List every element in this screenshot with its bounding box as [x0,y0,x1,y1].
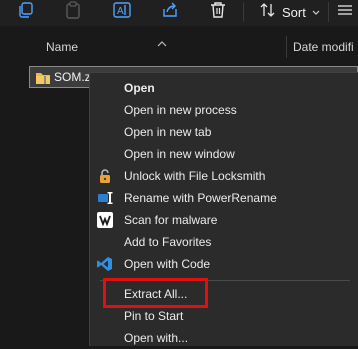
menu-item-label: Add to Favorites [124,235,212,249]
file-name: SOM.z [54,70,91,84]
powerrename-icon [97,190,113,206]
view-icon [336,2,354,23]
vscode-icon [97,256,113,272]
sort-icon [260,2,276,23]
menu-item-open[interactable]: Open [90,77,358,99]
menu-item-open-new-process[interactable]: Open in new process [90,99,358,121]
menu-item-scan-malware[interactable]: Scan for malware [90,209,358,231]
copy-icon [18,1,34,23]
sort-button[interactable]: Sort [260,2,320,22]
menu-item-unlock-file-locksmith[interactable]: Unlock with File Locksmith [90,165,358,187]
date-column-header[interactable]: Date modifi [293,40,354,54]
chevron-down-icon [312,3,320,21]
lock-icon [97,168,113,184]
paste-icon [64,0,82,24]
delete-icon [209,1,227,24]
sort-label: Sort [282,4,306,20]
delete-button[interactable] [209,1,227,24]
svg-text:A: A [117,6,124,17]
menu-item-label: Unlock with File Locksmith [124,169,266,183]
zip-folder-icon [35,71,51,90]
menu-item-label: Open with Code [124,257,211,271]
column-header: Name Date modifi [0,34,358,60]
name-column-header[interactable]: Name [46,40,78,54]
menu-item-label: Pin to Start [124,309,184,323]
copy-button[interactable] [18,1,34,23]
view-button[interactable] [336,2,354,22]
menu-item-add-favorites[interactable]: Add to Favorites [90,231,358,253]
menu-item-pin-to-start[interactable]: Pin to Start [90,305,358,327]
share-button[interactable] [161,2,179,22]
menu-item-open-new-tab[interactable]: Open in new tab [90,121,358,143]
paste-button[interactable] [64,0,82,24]
menu-item-label: Open in new window [124,147,235,161]
chevron-up-icon [157,34,167,52]
menu-item-label: Open in new tab [124,125,212,139]
toolbar-divider [328,2,329,22]
menu-item-powerrename[interactable]: Rename with PowerRename [90,187,358,209]
menu-item-label: Open with... [124,331,189,345]
annotation-highlight-box [103,278,208,308]
menu-item-open-new-window[interactable]: Open in new window [90,143,358,165]
menu-item-open-with-code[interactable]: Open with Code [90,253,358,275]
menu-item-label: Scan for malware [124,213,218,227]
menu-item-label: Open [124,81,155,95]
column-divider[interactable] [286,36,287,58]
toolbar-divider [243,2,244,22]
menu-item-label: Rename with PowerRename [124,191,277,205]
rename-icon: A [113,1,131,24]
rename-button[interactable]: A [113,1,131,24]
share-icon [161,1,179,24]
malwarebytes-icon [97,212,113,228]
command-bar: A Sort [0,0,358,26]
menu-item-label: Open in new process [124,103,237,117]
